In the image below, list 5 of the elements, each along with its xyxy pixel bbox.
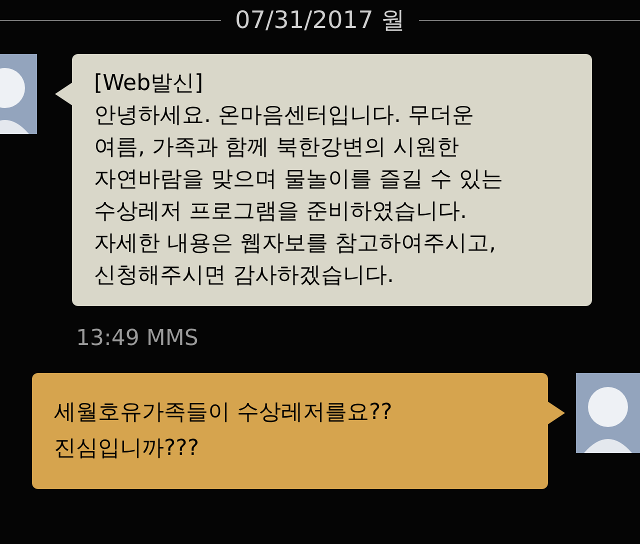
message-timestamp: 13:49 MMS [76,325,200,353]
avatar-icon [576,373,640,453]
date-header: 07/31/2017 월 [235,5,405,36]
message-text: 세월호유가족들이 수상레저를요?? 진심입니까??? [54,399,394,463]
message-text: [Web발신] 안녕하세요. 온마음센터입니다. 무더운 여름, 가족과 함께 북한강변의 시원한 자연바람을 맞으며 물놀이를 즐길 수 있는 수상레저 프로그램을 준비하였습니다. 자세한 내용은 웹자보를 참고하여주시고, 신청해주시면 감사하겠습니다. [94,70,504,290]
